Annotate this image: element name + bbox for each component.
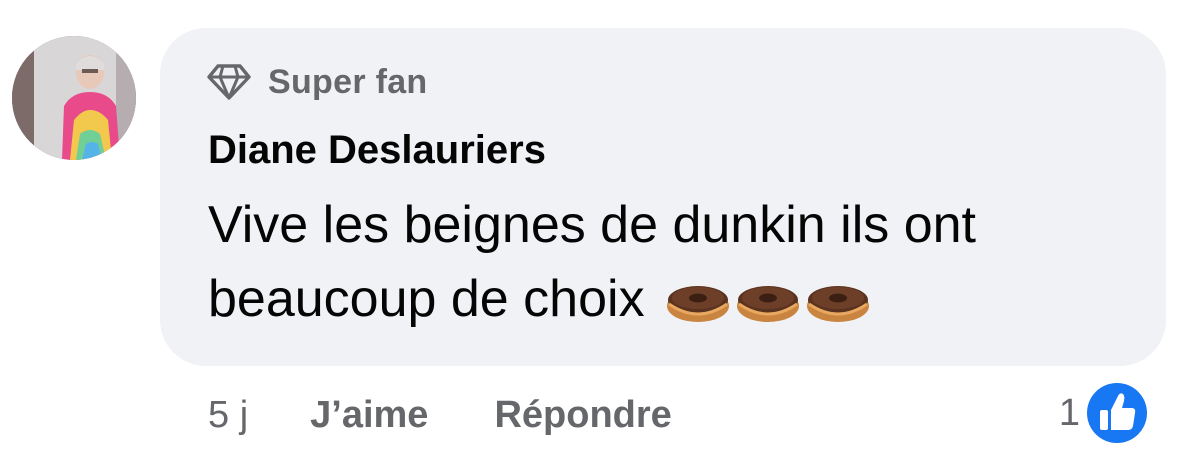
reaction-summary[interactable]: 1 (1059, 378, 1152, 448)
author-name[interactable]: Diane Deslauriers (208, 128, 546, 173)
comment-actions: 5 j J’aime Répondre (208, 390, 672, 440)
avatar-photo (12, 36, 136, 160)
emoji-group (665, 280, 871, 324)
like-button[interactable]: J’aime (310, 394, 428, 437)
super-fan-badge[interactable]: Super fan (206, 62, 428, 102)
doughnut-icon (737, 286, 800, 322)
doughnut-icon (807, 286, 870, 322)
badge-label: Super fan (268, 62, 428, 101)
comment-text: Vive les beignes de dunkin ils ont beauc… (208, 188, 1148, 336)
comment-bubble: Super fan Diane Deslauriers Vive les bei… (160, 28, 1166, 366)
reply-button[interactable]: Répondre (494, 394, 671, 437)
comment: Super fan Diane Deslauriers Vive les bei… (0, 0, 1200, 457)
avatar[interactable] (12, 36, 136, 160)
diamond-icon (207, 64, 251, 100)
doughnut-icon (667, 286, 730, 322)
timestamp[interactable]: 5 j (208, 394, 248, 437)
reaction-count: 1 (1058, 391, 1080, 434)
thumbs-up-icon (1084, 380, 1150, 446)
